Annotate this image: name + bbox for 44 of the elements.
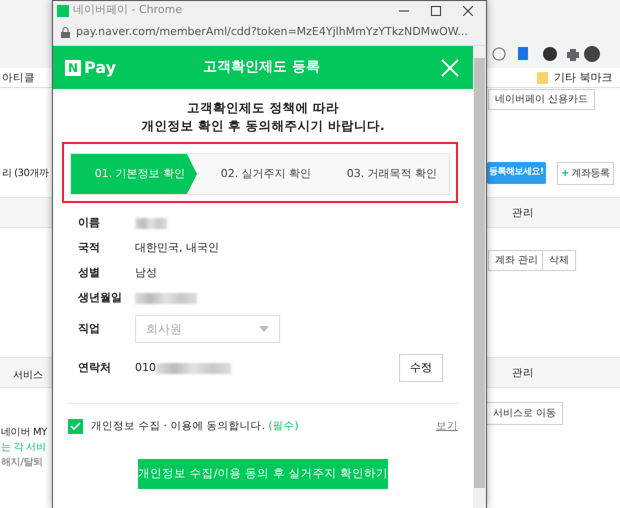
caret-icon [259, 326, 269, 332]
table-cell-text: 네이버 MY [1, 426, 48, 440]
tooltip: 등록해보세요! [487, 162, 546, 184]
intro-text: 개인정보 확인 후 동의해주시기 바랍니다. [140, 117, 386, 135]
account-action-button[interactable]: 삭제 [542, 250, 576, 271]
consent-checkbox[interactable] [68, 419, 83, 434]
field-value: 남성 [135, 265, 157, 282]
maximize-icon [431, 6, 441, 16]
dialog-title: 고객확인제도 등록 [202, 58, 321, 77]
step-tab[interactable]: 03. 거래목적 확인 [323, 154, 449, 194]
folder-icon[interactable] [537, 71, 548, 84]
field-label: 성별 [78, 265, 101, 282]
column-header: 관리 [512, 366, 534, 381]
column-header: 서비스 [13, 369, 43, 383]
note-text: 해지/탈퇴 [1, 456, 43, 470]
consent-text: 개인정보 수집 · 이용에 동의합니다. (필수) [91, 419, 299, 434]
window-title: 네이버페이 - Chrome [73, 2, 184, 18]
count-label: 리 (30개까 [2, 167, 48, 181]
logo-text: Pay [84, 56, 116, 78]
field-label: 직업 [78, 320, 101, 337]
edit-button[interactable]: 수정 [399, 354, 443, 382]
add-account-button[interactable]: + 계좌등록 [557, 162, 614, 185]
scrollbar-thumb[interactable] [474, 58, 485, 488]
field-value: 010 [135, 360, 156, 376]
close-icon [463, 6, 473, 16]
bookmark-label[interactable]: 아티클 [2, 71, 35, 87]
app-icon [57, 4, 69, 16]
lock-icon [61, 27, 70, 38]
logo-mark: N [65, 60, 82, 76]
job-select: 회사원 [135, 315, 280, 343]
toolbar-icons-drawing[interactable] [490, 45, 600, 63]
field-label: 이름 [78, 215, 101, 232]
intro-text: 고객확인제도 정책에 따라 [186, 99, 340, 117]
step-tab[interactable]: 02. 실거주지 확인 [197, 154, 323, 194]
field-label: 국적 [78, 240, 101, 256]
service-button[interactable]: 서비스로 이동 [486, 402, 564, 425]
note-text: 는 각 서비 [1, 441, 46, 455]
view-link[interactable]: 보기 [436, 419, 458, 435]
field-value: 대한민국, 내국인 [135, 240, 219, 256]
bookmark-folder[interactable]: 기타 북마크 [554, 70, 612, 86]
field-label: 생년월일 [78, 290, 123, 306]
card-button[interactable]: 네이버페이 신용카드 [488, 89, 596, 110]
field-label: 연락처 [78, 360, 112, 376]
column-header: 관리 [512, 206, 534, 221]
